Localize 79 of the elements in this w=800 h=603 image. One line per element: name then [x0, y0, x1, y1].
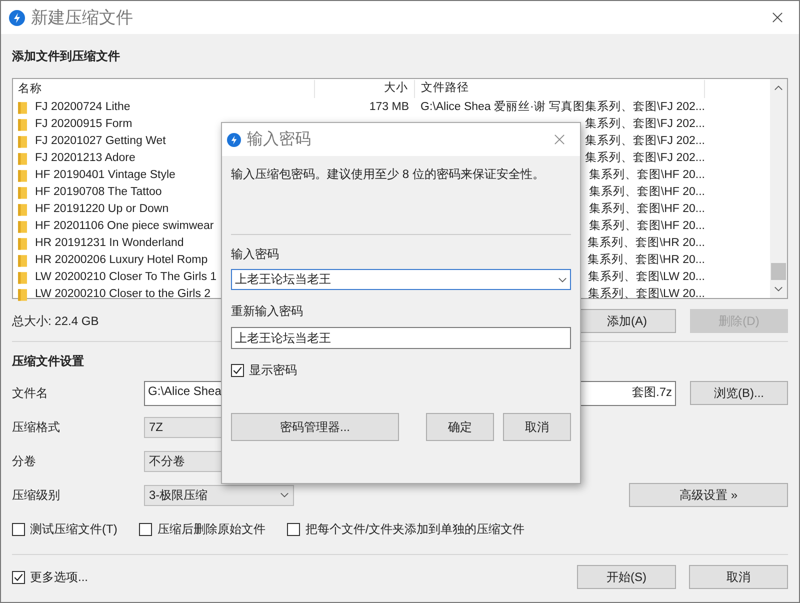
folder-icon: [18, 169, 27, 182]
folder-icon: [18, 186, 27, 199]
file-name[interactable]: HR 20200206 Luxury Hotel Romp: [35, 252, 208, 269]
checkmark-icon: [13, 572, 24, 582]
file-name[interactable]: HF 20190401 Vintage Style: [35, 167, 176, 184]
option-checkbox[interactable]: 把每个文件/文件夹添加到单独的压缩文件: [287, 520, 525, 538]
window-title: 新建压缩文件: [31, 7, 133, 29]
file-name[interactable]: HR 20191231 In Wonderland: [35, 235, 184, 252]
scrollbar-thumb[interactable]: [771, 263, 786, 280]
folder-icon: [18, 101, 27, 114]
ok-button[interactable]: 确定: [426, 413, 494, 441]
field-label: 分卷: [12, 452, 37, 470]
file-name[interactable]: FJ 20200915 Form: [35, 116, 132, 133]
dialog-message: 输入压缩包密码。建议使用至少 8 位的密码来保证安全性。: [231, 166, 546, 183]
chevron-down-icon: [280, 492, 289, 498]
file-name[interactable]: LW 20200210 Closer To The Girls 1: [35, 269, 217, 286]
folder-icon: [18, 220, 27, 233]
field-label: 文件名: [12, 384, 49, 402]
scroll-up-icon[interactable]: [774, 85, 783, 91]
password-combo[interactable]: 上老王论坛当老王: [231, 269, 571, 290]
folder-icon: [18, 152, 27, 165]
scrollbar[interactable]: [770, 79, 787, 298]
chevron-down-icon[interactable]: [558, 276, 567, 282]
folder-icon: [18, 254, 27, 267]
file-path: 集系列、套图\LW 20...: [588, 286, 705, 302]
list-button[interactable]: 添加(A): [578, 309, 676, 333]
column-header[interactable]: 名称: [13, 80, 315, 98]
folder-icon: [18, 203, 27, 216]
field-label: 重新输入密码: [231, 303, 304, 320]
section-heading: 添加文件到压缩文件: [12, 48, 120, 65]
file-name[interactable]: HF 20190708 The Tattoo: [35, 184, 162, 201]
column-header[interactable]: 大小: [315, 80, 415, 98]
folder-icon: [18, 271, 27, 284]
file-path: 集系列、套图\FJ 202...: [585, 116, 705, 132]
file-path: 集系列、套图\HF 20...: [588, 218, 705, 234]
file-path: 集系列、套图\HF 20...: [588, 201, 705, 217]
field-label: 压缩格式: [12, 418, 61, 436]
file-name[interactable]: FJ 20200724 Lithe: [35, 99, 130, 116]
folder-icon: [18, 135, 27, 148]
footer-button[interactable]: 开始(S): [577, 565, 676, 589]
footer-button[interactable]: 取消: [689, 565, 788, 589]
option-checkbox[interactable]: 测试压缩文件(T): [12, 520, 118, 538]
file-path: 集系列、套图\FJ 202...: [585, 150, 705, 166]
folder-icon: [18, 288, 27, 301]
file-path: G:\Alice Shea 爱丽丝·谢 写真图集系列、套图\FJ 202...: [420, 99, 705, 115]
cancel-button[interactable]: 取消: [503, 413, 571, 441]
file-path: 集系列、套图\LW 20...: [588, 269, 705, 285]
file-name[interactable]: FJ 20201027 Getting Wet: [35, 133, 166, 150]
file-name[interactable]: FJ 20201213 Adore: [35, 150, 136, 167]
app-logo-icon: [9, 10, 25, 26]
option-checkbox[interactable]: 压缩后删除原始文件: [139, 520, 266, 538]
file-size: 173 MB: [369, 101, 409, 113]
file-path: 集系列、套图\HF 20...: [588, 167, 705, 183]
advanced-button[interactable]: 高级设置 »: [629, 483, 788, 507]
total-size: 总大小: 22.4 GB: [12, 312, 99, 330]
scroll-down-icon[interactable]: [774, 286, 783, 292]
folder-icon: [18, 237, 27, 250]
file-name[interactable]: HF 20191220 Up or Down: [35, 201, 169, 218]
file-path: 集系列、套图\HR 20...: [588, 235, 705, 251]
file-name[interactable]: LW 20200210 Closer to the Girls 2: [35, 286, 211, 303]
column-header[interactable]: 文件路径: [415, 80, 705, 98]
close-icon[interactable]: [772, 12, 783, 23]
folder-icon: [18, 118, 27, 131]
more-options-checkbox[interactable]: 更多选项...: [12, 568, 88, 586]
file-path: 集系列、套图\HF 20...: [588, 184, 705, 200]
checkmark-icon: [232, 365, 243, 376]
file-name[interactable]: HF 20201106 One piece swimwear: [35, 218, 214, 235]
field-label: 压缩级别: [12, 486, 61, 504]
file-path: 集系列、套图\HR 20...: [588, 252, 705, 268]
browse-button[interactable]: 浏览(B)...: [690, 381, 788, 405]
password-manager-button[interactable]: 密码管理器...: [231, 413, 399, 441]
file-path: 集系列、套图\FJ 202...: [585, 133, 705, 149]
app-logo-icon: [227, 132, 241, 146]
show-password-checkbox[interactable]: 显示密码: [231, 362, 297, 379]
dialog-title: 输入密码: [247, 130, 311, 150]
level-select[interactable]: 3-极限压缩: [144, 484, 294, 506]
field-label: 输入密码: [231, 246, 280, 263]
section-heading: 压缩文件设置: [12, 353, 84, 370]
repeat-password-field[interactable]: 上老王论坛当老王: [231, 327, 571, 349]
